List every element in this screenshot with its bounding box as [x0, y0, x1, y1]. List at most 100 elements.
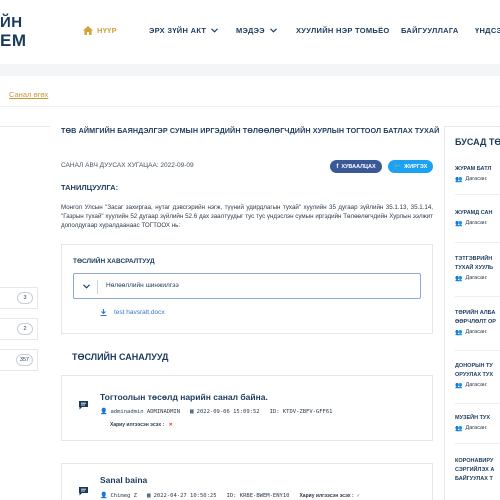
- other-drafts-heading: БУСАД ТӨ: [455, 137, 500, 147]
- other-draft-title: ДОНОРЫН ТУ: [455, 363, 493, 369]
- comment-card: Sanal baina 👤 Chimeg Z ▦ 2022-04-27 10:5…: [61, 463, 433, 500]
- chevron-down-icon: [211, 28, 219, 33]
- followers-row: 👥 Дагасан:: [455, 275, 500, 282]
- followers-row: 👥 Дагасан:: [455, 425, 500, 432]
- other-draft-title: ОРУУЛАХ ТУХ: [455, 371, 493, 378]
- comment-title[interactable]: Sanal baina: [100, 475, 147, 485]
- followers-label: Дагасан:: [465, 425, 488, 432]
- reply-status-label: Хариу илгээсэн эсэх :: [299, 492, 354, 499]
- download-icon: [100, 309, 107, 316]
- intro-heading: ТАНИЛЦУУЛГА:: [61, 183, 119, 192]
- other-draft-title: ТЭТГЭВРИЙН: [455, 256, 493, 262]
- header-band: [0, 64, 500, 76]
- other-draft-item[interactable]: ЖУРАМД САН 👥 Дагасан:: [455, 209, 500, 243]
- comment-icon: [79, 487, 88, 496]
- followers-label: Дагасан:: [465, 382, 488, 389]
- comment-date: 2022-04-27 10:50:25: [153, 492, 217, 499]
- site-header: ЙН ЕМ НҮҮР ЭРХ ЗҮЙН АКТ МЭДЭЭ ХУУЛИЙН НЭ…: [0, 0, 500, 64]
- left-sidebar: 3 2 357: [0, 126, 50, 386]
- twitter-share-label: ЖИРГЭХ: [404, 163, 428, 170]
- logo-text-bottom[interactable]: ЕМ: [0, 31, 27, 51]
- comment-card: Тогтоолын төсөлд нарийн санал байна. 👤 a…: [61, 375, 433, 441]
- comment-id: ID: KTDV-ZBFV-GFF61: [269, 408, 333, 415]
- reply-status-label: Хариу илгээсэн эсэх :: [110, 422, 165, 428]
- comment-meta: 👤 Chimeg Z ▦ 2022-04-27 10:50:25 ID: KRB…: [100, 492, 360, 499]
- other-draft-item[interactable]: МУЗЕЙН ТУХ 👥 Дагасан:: [455, 414, 500, 444]
- other-draft-item[interactable]: ДОНОРЫН ТУ ОРУУЛАХ ТУХ 👥 Дагасан:: [455, 362, 500, 404]
- facebook-share-label: ХУВААЛЦАХ: [341, 163, 376, 170]
- accordion-label: Нөлөөллийн шинжилгээ: [106, 282, 179, 289]
- nav-item-organization[interactable]: БАЙГУУЛЛАГА: [401, 26, 459, 35]
- reply-status: Хариу илгээсэн эсэх : ✕: [110, 422, 173, 428]
- users-icon: 👥: [455, 220, 463, 227]
- check-icon: ✓: [356, 492, 360, 499]
- nav-item-home[interactable]: НҮҮР: [83, 26, 117, 35]
- other-draft-title: СЭРГИЙЛЭХ А: [455, 466, 495, 473]
- comment-author: adminadmin ADMINADMIN: [110, 408, 181, 415]
- followers-row: 👥 Дагасан:: [455, 329, 500, 336]
- twitter-icon: 🐦: [393, 164, 402, 170]
- home-icon: [83, 26, 93, 35]
- followers-label: Дагасан:: [465, 329, 488, 336]
- users-icon: 👥: [455, 329, 463, 336]
- count-badge: 357: [15, 354, 33, 366]
- followers-row: 👥 Дагасан:: [455, 176, 500, 183]
- followers-row: 👥 Дагасан:: [455, 220, 500, 227]
- divider: [0, 106, 500, 107]
- other-draft-title: КОРОНАВИРУ: [455, 458, 494, 464]
- twitter-share-button[interactable]: 🐦 ЖИРГЭХ: [388, 160, 433, 173]
- nav-item-main-label: ҮНДСЭ: [475, 26, 500, 35]
- other-draft-title: ТӨРИЙН АЛБА: [455, 310, 496, 316]
- comment-meta: 👤 adminadmin ADMINADMIN ▦ 2022-09-06 15:…: [100, 408, 333, 415]
- other-draft-item[interactable]: КОРОНАВИРУ СЭРГИЙЛЭХ А БАЙГУУЛАХ Т: [455, 457, 500, 500]
- left-sidebar-item[interactable]: 357: [0, 349, 38, 371]
- intro-text: Монгол Улсын "Засаг захиргаа, нутаг дэвс…: [61, 204, 433, 230]
- comment-title[interactable]: Тогтоолын төсөлд нарийн санал байна.: [100, 392, 268, 402]
- attachment-file-link[interactable]: test havsralt.docx: [100, 309, 165, 316]
- comment-author: Chimeg Z: [110, 492, 137, 499]
- comment-date: 2022-09-06 15:09:52: [196, 408, 260, 415]
- user-icon: 👤: [100, 492, 108, 499]
- draft-attachments-box: ТӨСЛИЙН ХАВСРАЛТУУД Нөлөөллийн шинжилгээ…: [61, 244, 433, 334]
- left-sidebar-item[interactable]: 2: [0, 318, 38, 340]
- users-icon: 👥: [455, 176, 463, 183]
- user-icon: 👤: [100, 408, 108, 415]
- other-draft-title: БАЙГУУЛАХ Т: [455, 475, 493, 482]
- left-sidebar-item[interactable]: 3: [0, 287, 38, 309]
- count-badge: 3: [17, 292, 33, 304]
- draft-attachments-heading: ТӨСЛИЙН ХАВСРАЛТУУД: [73, 258, 155, 265]
- followers-label: Дагасан:: [465, 176, 488, 183]
- nav-item-glossary-label: ХУУЛИЙН НЭР ТОМЬЁО: [296, 26, 390, 35]
- comments-heading: ТӨСЛИЙН САНАЛУУД: [72, 352, 169, 362]
- count-badge: 2: [17, 323, 33, 335]
- facebook-share-button[interactable]: f ХУВААЛЦАХ: [330, 160, 382, 173]
- accordion-separator: [97, 280, 98, 294]
- other-draft-title: ЖУРАМД САН: [455, 210, 493, 216]
- other-draft-item[interactable]: ЖУРАМ БАТЛ 👥 Дагасан:: [455, 165, 500, 195]
- right-sidebar: БУСАД ТӨ ЖУРАМ БАТЛ 👥 Дагасан: ЖУРАМД САН…: [444, 126, 500, 500]
- page-title: ТӨВ АЙМГИЙН БАЯНДЭЛГЭР СУМЫН ИРГЭДИЙН ТӨ…: [61, 126, 440, 135]
- close-icon: ✕: [168, 422, 173, 428]
- other-draft-item[interactable]: ТӨРИЙН АЛБА ӨӨРЧЛӨЛТ ОР 👥 Дагасан:: [455, 309, 500, 351]
- logo-text-top[interactable]: ЙН: [0, 14, 23, 31]
- other-draft-title: МУЗЕЙН ТУХ: [455, 415, 491, 421]
- nav-item-news[interactable]: МЭДЭЭ: [236, 26, 277, 35]
- followers-label: Дагасан:: [465, 275, 488, 282]
- impact-analysis-accordion[interactable]: Нөлөөллийн шинжилгээ: [73, 273, 421, 299]
- comment-id: ID: KRBE-BWEM-ENY10: [226, 492, 290, 499]
- calendar-icon: ▦: [190, 408, 194, 415]
- other-draft-item[interactable]: ТЭТГЭВРИЙН ТУХАЙ ХУУЛЬ 👥 Дагасан:: [455, 255, 500, 297]
- attachment-file-name: test havsralt.docx: [114, 309, 165, 316]
- nav-item-home-label: НҮҮР: [97, 26, 117, 35]
- users-icon: 👥: [455, 382, 463, 389]
- users-icon: 👥: [455, 275, 463, 282]
- nav-item-glossary[interactable]: ХУУЛИЙН НЭР ТОМЬЁО: [296, 26, 390, 35]
- other-draft-title: ТУХАЙ ХУУЛЬ: [455, 264, 494, 271]
- other-draft-title: ЖУРАМ БАТЛ: [455, 166, 492, 172]
- nav-item-news-label: МЭДЭЭ: [236, 26, 265, 35]
- breadcrumb-link[interactable]: Санал өгөх: [9, 90, 48, 99]
- nav-item-legal-acts[interactable]: ЭРХ ЗҮЙН АКТ: [149, 26, 219, 35]
- calendar-icon: ▦: [146, 492, 151, 499]
- nav-item-main[interactable]: ҮНДСЭ: [475, 26, 500, 35]
- users-icon: 👥: [455, 425, 463, 432]
